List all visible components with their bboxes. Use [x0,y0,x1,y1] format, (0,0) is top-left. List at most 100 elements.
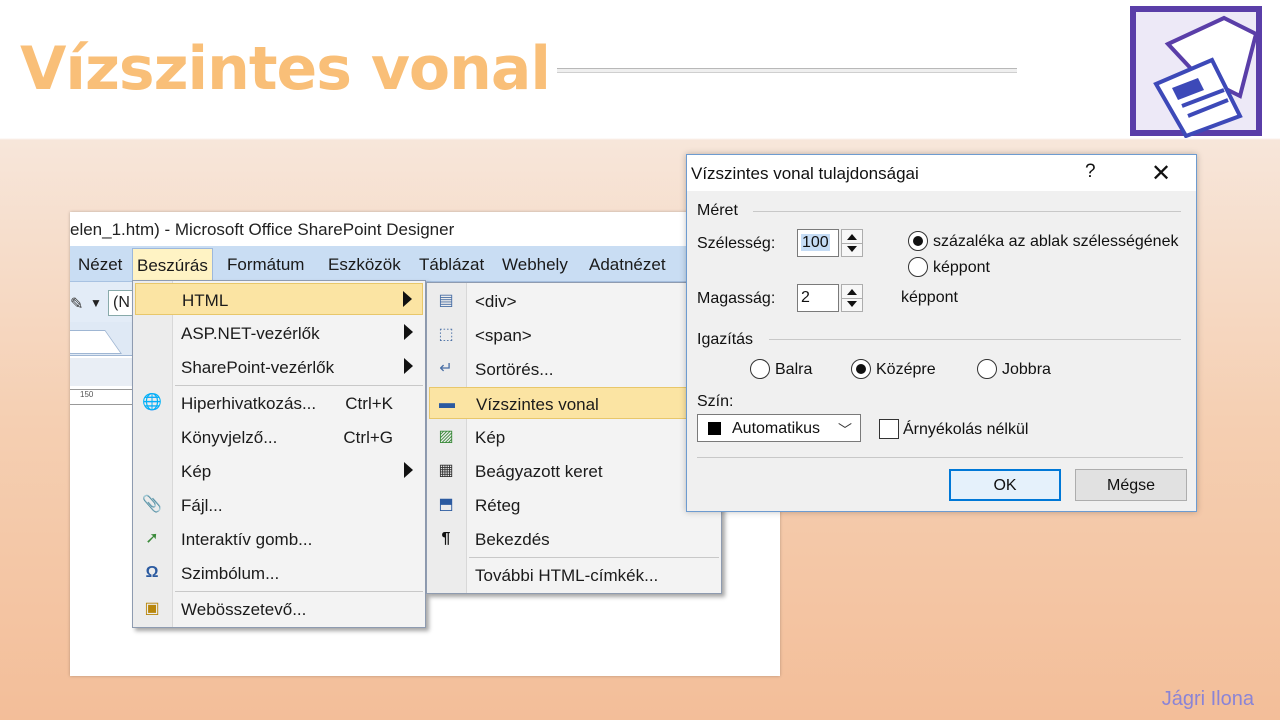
author-name: Jágri Ilona [1161,688,1254,710]
menu-item-hyperlink[interactable]: 🌐 Hiperhivatkozás... Ctrl+K [135,387,423,419]
dialog-title: Vízszintes vonal tulajdonságai [691,164,919,183]
shortcut-label: Ctrl+K [345,394,393,413]
sharepoint-designer-logo-icon [1130,6,1262,138]
toolbar-tool-icon[interactable]: ✎ [70,294,83,314]
color-swatch [708,422,721,435]
title-rule [557,68,1017,73]
width-label: Szélesség: [697,235,776,252]
omega-icon: Ω [145,564,159,581]
menu-formatum[interactable]: Formátum [227,255,304,275]
color-label: Szín: [697,393,734,410]
insert-menu: HTML ASP.NET-vezérlők SharePoint-vezérlő… [132,280,426,628]
align-group-label: Igazítás [697,331,754,348]
menu-item-more-html-tags[interactable]: További HTML-címkék... [429,559,719,591]
menu-beszuras[interactable]: Beszúrás [132,248,213,282]
menu-item-file[interactable]: 📎 Fájl... [135,489,423,521]
align-left-label: Balra [775,361,813,378]
width-percent-radio[interactable] [908,231,928,251]
menu-item-picture[interactable]: ▨ Kép [429,421,719,453]
width-spinner[interactable] [841,229,863,257]
interactive-button-icon: ➚ [145,530,159,547]
picture-icon: ▨ [438,428,454,445]
width-pixels-radio[interactable] [908,257,928,277]
menu-adatnezet[interactable]: Adatnézet [589,255,666,275]
submenu-arrow-icon [403,291,412,307]
menu-item-div[interactable]: ▤ <div> [429,285,719,317]
menu-item-line-break[interactable]: ↵ Sortörés... [429,353,719,385]
width-pixels-label: képpont [933,259,990,276]
menu-item-bookmark[interactable]: Könyvjelző... Ctrl+G [135,421,423,453]
slide-title: Vízszintes vonal [20,34,551,104]
menu-item-label: Könyvjelző... [181,428,278,447]
globe-link-icon: 🌐 [142,394,162,411]
menu-item-paragraph[interactable]: ¶ Bekezdés [429,523,719,555]
ok-button[interactable]: OK [949,469,1061,501]
menu-webhely[interactable]: Webhely [502,255,568,275]
color-dropdown[interactable]: Automatikus ﹀ [697,414,861,442]
align-center-radio[interactable] [851,359,871,379]
menu-item-label: Beágyazott keret [475,462,603,481]
menu-item-label: <span> [475,326,532,345]
spin-up-icon[interactable] [847,289,857,295]
group-divider [753,211,1181,212]
menu-item-picture[interactable]: Kép [135,455,423,487]
layer-icon: ⬒ [438,496,454,513]
align-left-radio[interactable] [750,359,770,379]
help-button[interactable]: ? [1085,161,1096,183]
pilcrow-icon: ¶ [441,530,451,547]
menu-item-inline-frame[interactable]: ▦ Beágyazott keret [429,455,719,487]
menu-item-label: Kép [475,428,506,447]
menu-separator [469,557,719,558]
menu-item-label: Webösszetevő... [181,600,307,619]
menu-item-web-component[interactable]: ▣ Webösszetevő... [135,593,423,625]
no-shade-checkbox[interactable] [879,419,899,439]
menu-item-label: Bekezdés [475,530,550,549]
ruler: 150 [70,389,140,405]
span-icon: ⬚ [438,326,454,343]
menu-separator [175,385,423,386]
menu-item-interactive-button[interactable]: ➚ Interaktív gomb... [135,523,423,555]
size-group-label: Méret [697,202,738,219]
width-percent-label: százaléka az ablak szélességének [933,233,1179,250]
menu-item-label: További HTML-címkék... [475,566,659,585]
cancel-button[interactable]: Mégse [1075,469,1187,501]
shortcut-label: Ctrl+G [343,428,393,447]
menu-item-span[interactable]: ⬚ <span> [429,319,719,351]
ruler-label: 150 [80,390,94,399]
height-input[interactable]: 2 [797,284,839,312]
chevron-down-icon[interactable]: ▼ [90,296,102,310]
menu-item-label: SharePoint-vezérlők [181,358,335,377]
align-right-label: Jobbra [1002,361,1051,378]
menu-item-layer[interactable]: ⬒ Réteg [429,489,719,521]
align-right-radio[interactable] [977,359,997,379]
menu-item-label: HTML [182,291,229,310]
align-center-label: Középre [876,361,936,378]
menu-tablazat[interactable]: Táblázat [419,255,484,275]
submenu-arrow-icon [404,324,413,340]
menu-item-label: Kép [181,462,212,481]
close-icon[interactable]: ✕ [1151,159,1171,188]
color-value: Automatikus [732,420,821,437]
menu-nezet[interactable]: Nézet [78,255,122,275]
menu-item-label: Szimbólum... [181,564,280,583]
spin-up-icon[interactable] [847,234,857,240]
web-component-icon: ▣ [144,600,160,617]
submenu-arrow-icon [404,462,413,478]
menu-item-aspnet[interactable]: ASP.NET-vezérlők [135,317,423,349]
width-input[interactable]: 100 [797,229,839,257]
spin-down-icon[interactable] [847,301,857,307]
menu-item-horizontal-line[interactable]: ▬ Vízszintes vonal [429,387,719,419]
menu-item-label: <div> [475,292,517,311]
paperclip-icon: 📎 [142,496,162,513]
menu-item-label: Fájl... [181,496,223,515]
height-spinner[interactable] [841,284,863,312]
menu-item-html[interactable]: HTML [135,283,423,315]
window-title: elen_1.htm) - Microsoft Office SharePoin… [70,220,455,239]
chevron-down-icon: ﹀ [838,422,852,438]
height-unit-label: képpont [901,289,958,306]
dialog-titlebar: Vízszintes vonal tulajdonságai ? ✕ [687,155,1196,191]
spin-down-icon[interactable] [847,246,857,252]
menu-item-sharepoint[interactable]: SharePoint-vezérlők [135,351,423,383]
menu-item-symbol[interactable]: Ω Szimbólum... [135,557,423,589]
menu-eszkozok[interactable]: Eszközök [328,255,401,275]
